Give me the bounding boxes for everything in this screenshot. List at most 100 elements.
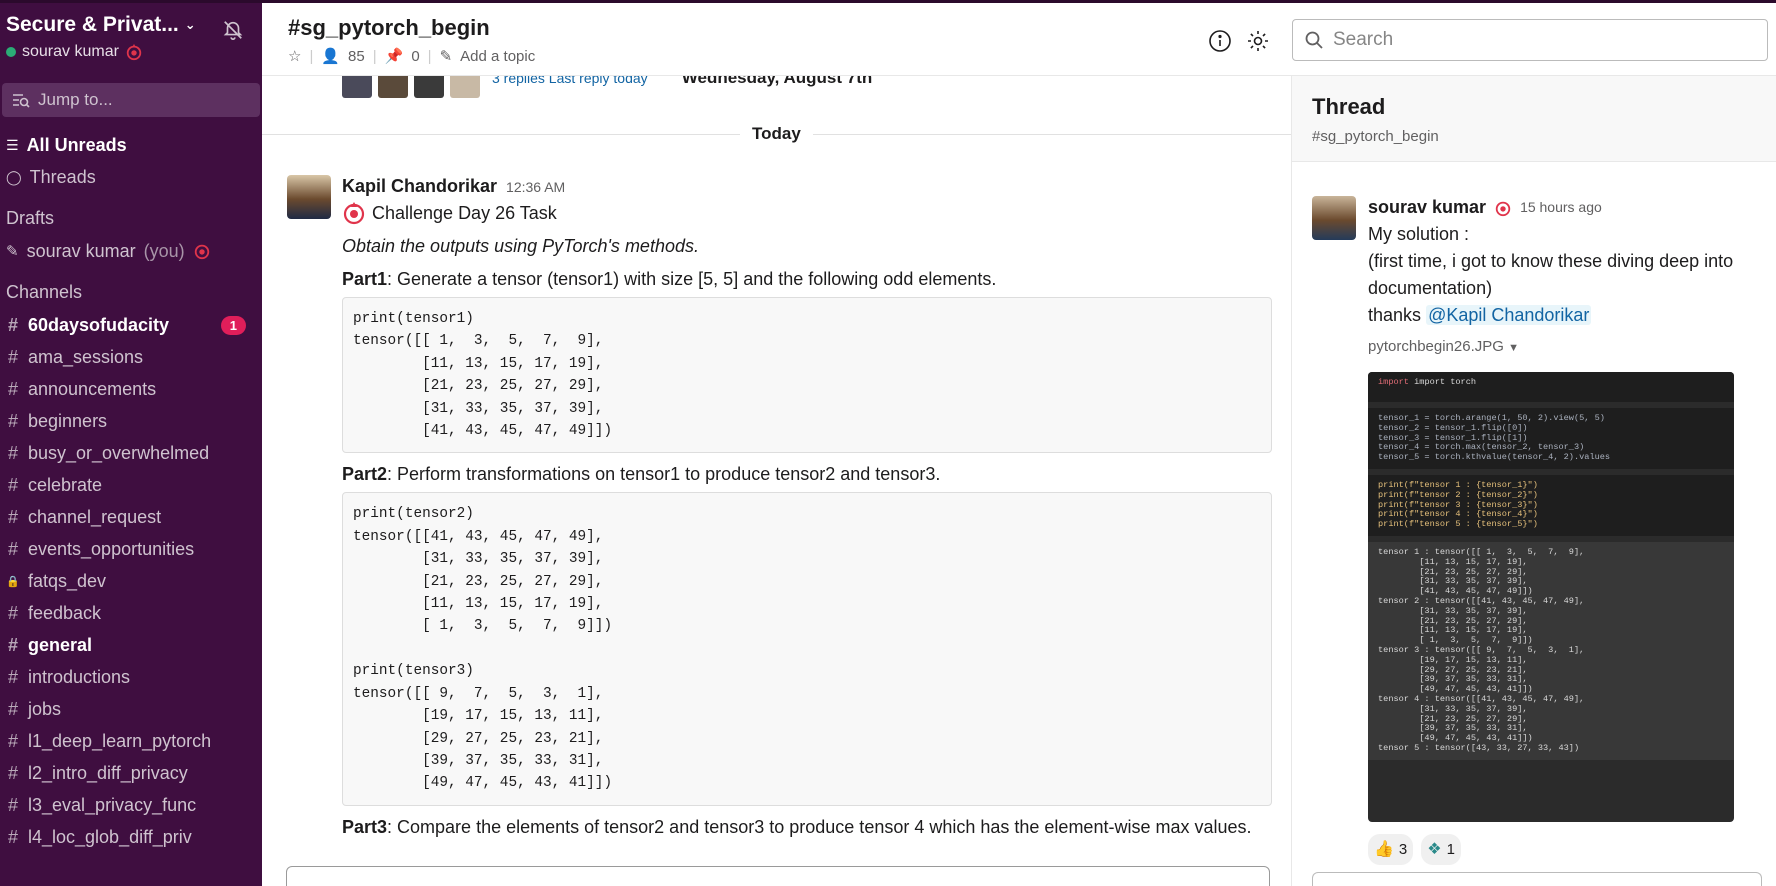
hash-icon: # bbox=[7, 410, 18, 431]
member-count[interactable]: 85 bbox=[348, 48, 365, 65]
message-timestamp[interactable]: 12:36 AM bbox=[506, 179, 565, 195]
threads-icon: ◯ bbox=[6, 168, 22, 185]
custom-emoji-icon: ❖ bbox=[1427, 841, 1442, 858]
hash-icon: # bbox=[7, 474, 18, 495]
gear-icon[interactable] bbox=[1246, 29, 1270, 53]
channel-label: jobs bbox=[28, 698, 62, 719]
thread-reply: sourav kumar 15 hours ago My solution : … bbox=[1368, 194, 1758, 865]
sidebar-channel-ama_sessions[interactable]: # ama_sessions bbox=[0, 341, 262, 373]
status-emoji-icon bbox=[1495, 201, 1511, 216]
sidebar-channel-feedback[interactable]: # feedback bbox=[0, 597, 262, 629]
sidebar-channel-announcements[interactable]: # announcements bbox=[0, 373, 262, 405]
sidebar-channel-events_opportunities[interactable]: # events_opportunities bbox=[0, 533, 262, 565]
sidebar-channel-fatqs_dev[interactable]: 🔒 fatqs_dev bbox=[0, 565, 262, 597]
workspace-name-label: Secure & Privat... bbox=[6, 13, 179, 36]
workspace-header[interactable]: Secure & Privat... ⌄ sourav kumar bbox=[0, 3, 262, 75]
caret-down-icon[interactable]: ▼ bbox=[1508, 342, 1519, 354]
channel-label: fatqs_dev bbox=[28, 570, 107, 591]
image-code-import: import torch bbox=[1414, 377, 1477, 387]
pencil-icon: ✎ bbox=[6, 243, 19, 260]
part3-text: : Compare the elements of tensor2 and te… bbox=[387, 816, 1252, 837]
sidebar-channel-jobs[interactable]: # jobs bbox=[0, 693, 262, 725]
sidebar-channel-beginners[interactable]: # beginners bbox=[0, 405, 262, 437]
sidebar-channel-l3_eval_privacy_func[interactable]: # l3_eval_privacy_func bbox=[0, 789, 262, 821]
sidebar-channel-busy_or_overwhelmed[interactable]: # busy_or_overwhelmed bbox=[0, 437, 262, 469]
hash-icon: # bbox=[7, 506, 18, 527]
sidebar-item-threads[interactable]: ◯ Threads bbox=[0, 161, 262, 193]
part3-label: Part3 bbox=[342, 816, 388, 837]
reply-line: thanks bbox=[1368, 305, 1422, 325]
image-output: tensor 1 : tensor([[ 1, 3, 5, 7, 9], [11… bbox=[1368, 541, 1734, 760]
thread-channel-link[interactable]: #sg_pytorch_begin bbox=[1312, 128, 1756, 145]
sidebar-channel-l4_loc_glob_diff_priv[interactable]: # l4_loc_glob_diff_priv bbox=[0, 821, 262, 853]
add-topic-link[interactable]: Add a topic bbox=[460, 48, 535, 65]
user-mention[interactable]: @Kapil Chandorikar bbox=[1426, 305, 1592, 325]
channel-label: introductions bbox=[28, 666, 131, 687]
notification-bell-icon[interactable] bbox=[222, 19, 244, 41]
message-intro: Obtain the outputs using PyTorch's metho… bbox=[342, 236, 699, 256]
hash-icon: # bbox=[7, 442, 18, 463]
avatar[interactable] bbox=[1312, 196, 1356, 240]
reply-line: (first time, i got to know these diving … bbox=[1368, 251, 1734, 298]
search-icon bbox=[1305, 31, 1323, 49]
channels-section-title[interactable]: Channels bbox=[0, 275, 262, 309]
sidebar-item-draft[interactable]: ✎ sourav kumar (you) bbox=[0, 235, 262, 267]
search-input[interactable]: Search bbox=[1292, 19, 1768, 61]
sidebar-channel-celebrate[interactable]: # celebrate bbox=[0, 469, 262, 501]
file-name[interactable]: pytorchbegin26.JPG ▼ bbox=[1368, 333, 1758, 362]
workspace-name[interactable]: Secure & Privat... ⌄ bbox=[6, 13, 256, 37]
pin-icon[interactable]: 📌 bbox=[385, 47, 404, 65]
jump-icon bbox=[13, 94, 30, 108]
status-emoji-icon bbox=[126, 43, 142, 61]
sidebar-channel-introductions[interactable]: # introductions bbox=[0, 661, 262, 693]
part2-text: : Perform transformations on tensor1 to … bbox=[387, 464, 941, 485]
channel-label: l2_intro_diff_privacy bbox=[28, 762, 188, 783]
hash-icon: # bbox=[7, 730, 18, 751]
sidebar-channel-l1_deep_learn_pytorch[interactable]: # l1_deep_learn_pytorch bbox=[0, 725, 262, 757]
thread-composer[interactable] bbox=[1312, 872, 1762, 886]
sidebar-channel-l2_intro_diff_privacy[interactable]: # l2_intro_diff_privacy bbox=[0, 757, 262, 789]
hash-icon: # bbox=[7, 346, 18, 367]
reply-line: My solution : bbox=[1368, 224, 1470, 244]
thumbs-up-icon: 👍 bbox=[1374, 841, 1394, 858]
channel-label: celebrate bbox=[28, 474, 103, 495]
hash-icon: # bbox=[7, 634, 18, 655]
current-user[interactable]: sourav kumar bbox=[6, 43, 256, 61]
info-icon[interactable] bbox=[1208, 29, 1232, 53]
draft-you-label: (you) bbox=[143, 240, 185, 261]
hash-icon: # bbox=[7, 666, 18, 687]
reaction-count: 1 bbox=[1446, 841, 1455, 858]
search-placeholder: Search bbox=[1333, 29, 1394, 50]
avatar[interactable] bbox=[287, 175, 331, 219]
message-composer[interactable] bbox=[286, 866, 1270, 886]
reaction-thumbsup[interactable]: 👍 3 bbox=[1368, 834, 1414, 865]
sidebar-channel-channel_request[interactable]: # channel_request bbox=[0, 501, 262, 533]
drafts-section-title[interactable]: Drafts bbox=[0, 201, 262, 235]
list-icon: ☰ bbox=[6, 136, 19, 153]
attached-image[interactable]: import import torch tensor_1 = torch.ara… bbox=[1368, 372, 1734, 822]
star-icon[interactable]: ☆ bbox=[288, 47, 301, 65]
members-icon[interactable]: 👤 bbox=[321, 47, 340, 65]
channel-title[interactable]: #sg_pytorch_begin bbox=[288, 15, 490, 41]
jump-to-input[interactable]: Jump to... bbox=[2, 83, 260, 117]
image-code: tensor_1 = torch.arange(1, 50, 2).view(5… bbox=[1368, 408, 1734, 469]
thread-title: Thread bbox=[1312, 94, 1386, 119]
today-divider: Today bbox=[740, 124, 813, 144]
sidebar-item-all-unreads[interactable]: ☰ All Unreads bbox=[0, 129, 262, 161]
sidebar-item-label: Threads bbox=[29, 166, 96, 187]
channel-label: l3_eval_privacy_func bbox=[28, 794, 197, 815]
channel-label: 60daysofudacity bbox=[28, 314, 170, 335]
message-author[interactable]: Kapil Chandorikar bbox=[342, 176, 497, 196]
jump-to-placeholder: Jump to... bbox=[38, 90, 113, 109]
hash-icon: # bbox=[7, 378, 18, 399]
thread-header: Thread #sg_pytorch_begin bbox=[1292, 76, 1776, 162]
reply-timestamp[interactable]: 15 hours ago bbox=[1520, 194, 1602, 221]
reply-author[interactable]: sourav kumar bbox=[1368, 194, 1486, 221]
sidebar-channel-general[interactable]: # general bbox=[0, 629, 262, 661]
challenge-emoji-icon bbox=[343, 202, 365, 225]
reaction-custom[interactable]: ❖ 1 bbox=[1421, 834, 1461, 865]
hash-icon: # bbox=[7, 314, 18, 335]
sidebar-channel-60daysofudacity[interactable]: #60daysofudacity 1 bbox=[0, 309, 262, 341]
pin-count[interactable]: 0 bbox=[411, 48, 419, 65]
current-user-name: sourav kumar bbox=[22, 43, 119, 60]
